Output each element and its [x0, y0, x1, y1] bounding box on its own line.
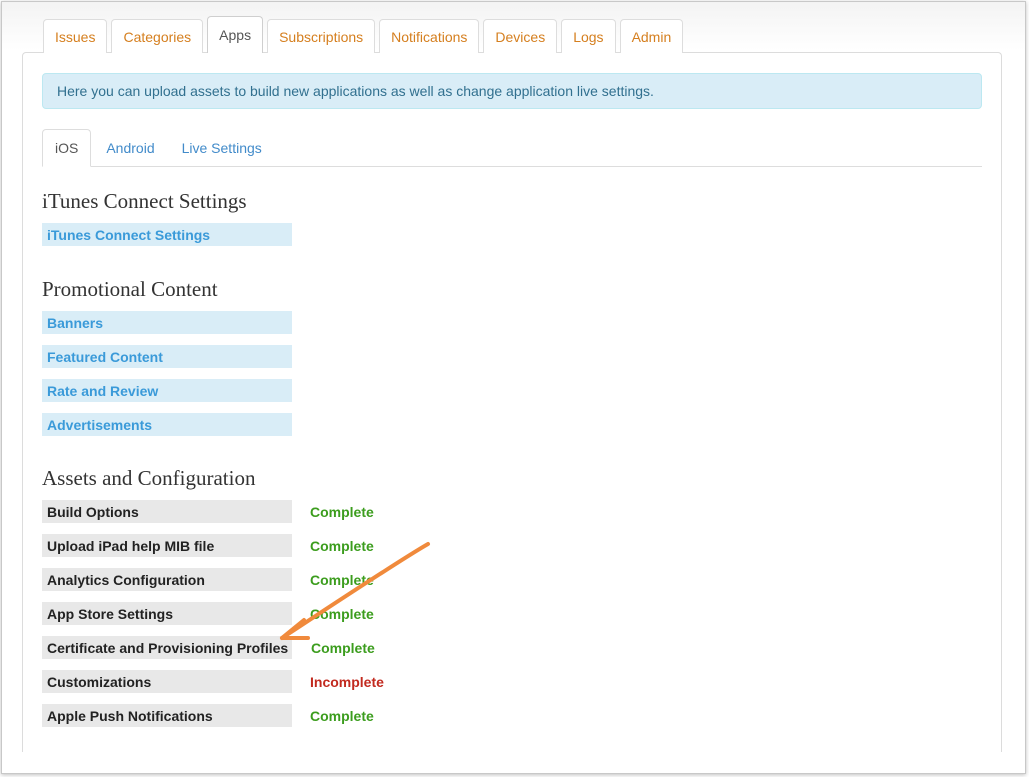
tab-admin[interactable]: Admin — [619, 19, 684, 53]
tab-apps[interactable]: Apps — [207, 16, 264, 53]
build-options-status: Complete — [310, 503, 374, 520]
customizations-status: Incomplete — [310, 673, 384, 690]
tab-logs[interactable]: Logs — [561, 19, 616, 53]
tab-subscriptions[interactable]: Subscriptions — [267, 19, 376, 53]
app-store-settings-status: Complete — [310, 605, 374, 622]
banners-link[interactable]: Banners — [42, 311, 292, 334]
tab-live-settings[interactable]: Live Settings — [170, 129, 274, 166]
upload-ipad-help-item[interactable]: Upload iPad help MIB file — [42, 534, 292, 557]
advertisements-link[interactable]: Advertisements — [42, 413, 292, 436]
itunes-connect-settings-link[interactable]: iTunes Connect Settings — [42, 223, 292, 246]
tab-devices[interactable]: Devices — [483, 19, 558, 53]
certificate-profiles-item[interactable]: Certificate and Provisioning Profiles — [42, 636, 292, 659]
tab-notifications[interactable]: Notifications — [379, 19, 480, 53]
info-alert: Here you can upload assets to build new … — [42, 73, 982, 109]
main-tabs: Issues Categories Apps Subscriptions Not… — [43, 16, 687, 53]
featured-content-link[interactable]: Featured Content — [42, 345, 292, 368]
certificate-profiles-status: Complete — [311, 639, 375, 656]
analytics-configuration-status: Complete — [310, 571, 374, 588]
build-options-item[interactable]: Build Options — [42, 500, 292, 523]
tab-android[interactable]: Android — [94, 129, 166, 166]
app-store-settings-item[interactable]: App Store Settings — [42, 602, 292, 625]
info-alert-text: Here you can upload assets to build new … — [57, 83, 654, 99]
itunes-heading: iTunes Connect Settings — [42, 189, 247, 213]
upload-ipad-help-status: Complete — [310, 537, 374, 554]
platform-tabs: iOS Android Live Settings — [42, 129, 277, 167]
apple-push-notifications-status: Complete — [310, 707, 374, 724]
apple-push-notifications-item[interactable]: Apple Push Notifications — [42, 704, 292, 727]
rate-and-review-link[interactable]: Rate and Review — [42, 379, 292, 402]
tab-issues[interactable]: Issues — [43, 19, 108, 53]
promo-heading: Promotional Content — [42, 277, 218, 301]
customizations-item[interactable]: Customizations — [42, 670, 292, 693]
tab-categories[interactable]: Categories — [111, 19, 204, 53]
analytics-configuration-item[interactable]: Analytics Configuration — [42, 568, 292, 591]
tab-ios[interactable]: iOS — [42, 129, 92, 167]
assets-heading: Assets and Configuration — [42, 466, 256, 490]
